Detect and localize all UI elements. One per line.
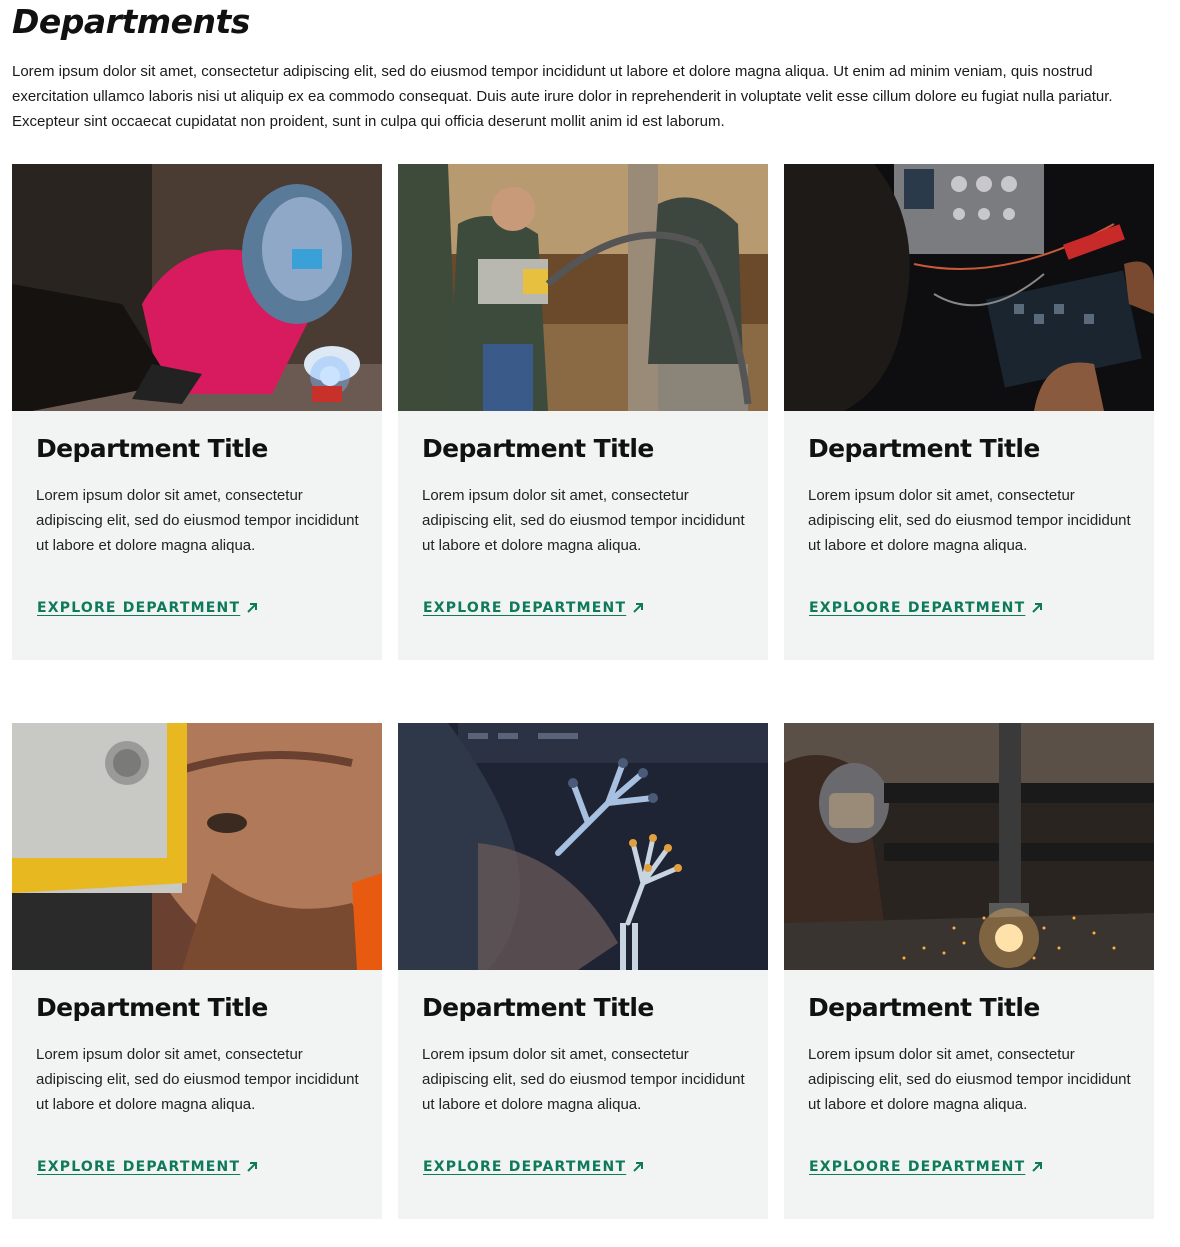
arrow-up-right-icon bbox=[247, 603, 258, 613]
department-card: Department Title Lorem ipsum dolor sit a… bbox=[398, 723, 768, 1219]
explore-department-link[interactable]: EXPLOORE DEPARTMENT bbox=[809, 1159, 1043, 1175]
arrow-up-right-icon bbox=[247, 1162, 258, 1172]
department-title: Department Title bbox=[36, 434, 268, 463]
department-description: Lorem ipsum dolor sit amet, consectetur … bbox=[36, 487, 359, 554]
explore-department-link[interactable]: EXPLORE DEPARTMENT bbox=[37, 600, 258, 616]
explore-department-link[interactable]: EXPLORE DEPARTMENT bbox=[37, 1159, 258, 1175]
arrow-up-right-icon bbox=[633, 603, 644, 613]
department-title: Department Title bbox=[808, 993, 1040, 1022]
explore-department-label: EXPLORE DEPARTMENT bbox=[37, 600, 241, 616]
department-description: Lorem ipsum dolor sit amet, consectetur … bbox=[422, 1046, 745, 1113]
department-description: Lorem ipsum dolor sit amet, consectetur … bbox=[422, 487, 745, 554]
explore-department-link[interactable]: EXPLORE DEPARTMENT bbox=[423, 1159, 644, 1175]
department-card: Department Title Lorem ipsum dolor sit a… bbox=[398, 164, 768, 660]
department-title: Department Title bbox=[422, 434, 654, 463]
department-photo-welding bbox=[12, 164, 382, 411]
explore-department-link[interactable]: EXPLOORE DEPARTMENT bbox=[809, 600, 1043, 616]
department-title: Department Title bbox=[422, 993, 654, 1022]
intro-paragraph: Lorem ipsum dolor sit amet, consectetur … bbox=[12, 63, 1113, 130]
explore-department-link[interactable]: EXPLORE DEPARTMENT bbox=[423, 600, 644, 616]
department-title: Department Title bbox=[36, 993, 268, 1022]
department-photo-robotics bbox=[398, 723, 768, 970]
explore-department-label: EXPLOORE DEPARTMENT bbox=[809, 600, 1026, 616]
department-description: Lorem ipsum dolor sit amet, consectetur … bbox=[808, 1046, 1131, 1113]
department-card: Department Title Lorem ipsum dolor sit a… bbox=[12, 164, 382, 660]
explore-department-label: EXPLOORE DEPARTMENT bbox=[809, 1159, 1026, 1175]
department-description: Lorem ipsum dolor sit amet, consectetur … bbox=[808, 487, 1131, 554]
arrow-up-right-icon bbox=[633, 1162, 644, 1172]
department-photo-electronics bbox=[784, 164, 1154, 411]
explore-department-label: EXPLORE DEPARTMENT bbox=[423, 600, 627, 616]
arrow-up-right-icon bbox=[1032, 603, 1043, 613]
explore-department-label: EXPLORE DEPARTMENT bbox=[37, 1159, 241, 1175]
department-photo-workshop bbox=[398, 164, 768, 411]
arrow-up-right-icon bbox=[1032, 1162, 1043, 1172]
department-photo-surveying bbox=[12, 723, 382, 970]
explore-department-label: EXPLORE DEPARTMENT bbox=[423, 1159, 627, 1175]
department-card: Department Title Lorem ipsum dolor sit a… bbox=[784, 723, 1154, 1219]
department-title: Department Title bbox=[808, 434, 1040, 463]
department-card: Department Title Lorem ipsum dolor sit a… bbox=[784, 164, 1154, 660]
department-photo-plasma-cutting bbox=[784, 723, 1154, 970]
page-title: Departments bbox=[12, 2, 250, 41]
department-description: Lorem ipsum dolor sit amet, consectetur … bbox=[36, 1046, 359, 1113]
department-card: Department Title Lorem ipsum dolor sit a… bbox=[12, 723, 382, 1219]
